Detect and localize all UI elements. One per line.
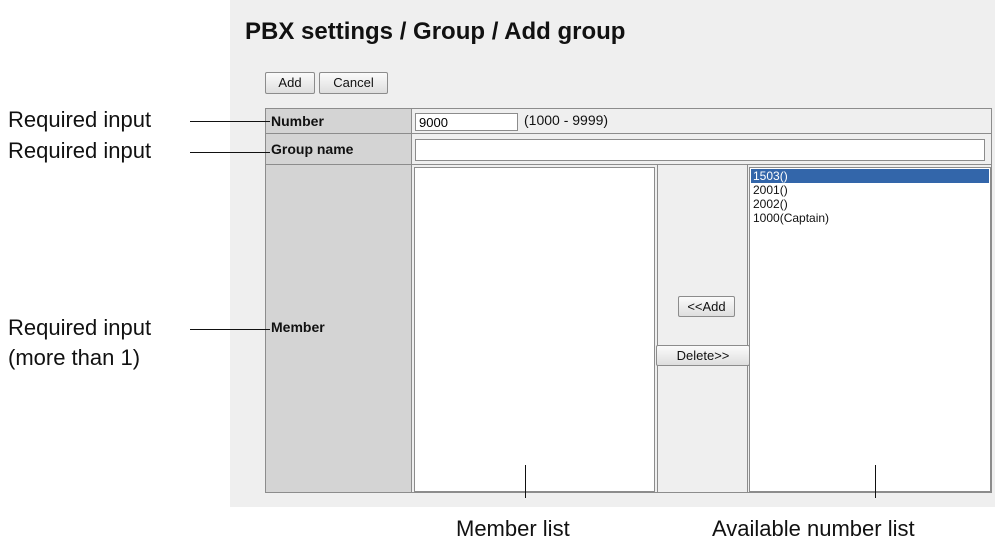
number-required-note: Required input	[8, 107, 152, 132]
member-label-cell: Member	[266, 165, 411, 492]
available-number-option[interactable]: 2001()	[751, 183, 989, 197]
leader-line	[190, 329, 270, 330]
leader-line	[190, 121, 270, 122]
group-name-required-note: Required input	[8, 138, 152, 163]
column-divider	[411, 109, 412, 492]
member-list-caption: Member list	[456, 516, 570, 541]
member-required-note: Required input	[8, 315, 152, 340]
add-member-button[interactable]: <<Add	[678, 296, 735, 317]
add-button[interactable]: Add	[265, 72, 315, 94]
member-list[interactable]	[414, 167, 655, 492]
page-title: PBX settings / Group / Add group	[245, 18, 626, 45]
available-number-option[interactable]: 2002()	[751, 197, 989, 211]
available-number-option[interactable]: 1000(Captain)	[751, 211, 989, 225]
number-input[interactable]	[415, 113, 518, 131]
row-divider	[266, 133, 991, 134]
number-range-hint: (1000 - 9999)	[524, 112, 609, 128]
group-name-input[interactable]	[415, 139, 985, 161]
number-label: Number	[266, 109, 411, 133]
column-divider	[747, 165, 748, 492]
member-label: Member	[271, 319, 325, 335]
column-divider	[657, 165, 658, 492]
available-list-caption: Available number list	[712, 516, 915, 541]
available-number-option[interactable]: 1503()	[751, 169, 989, 183]
settings-panel: PBX settings / Group / Add group Add Can…	[230, 0, 995, 507]
leader-line	[190, 152, 270, 153]
group-name-label: Group name	[266, 134, 411, 164]
delete-member-button[interactable]: Delete>>	[656, 345, 750, 366]
add-group-form: Number Group name Member (1000 - 9999) <…	[265, 108, 992, 493]
row-divider	[266, 164, 991, 165]
cancel-button[interactable]: Cancel	[319, 72, 388, 94]
leader-line	[875, 465, 876, 498]
member-required-note-sub: (more than 1)	[8, 345, 141, 370]
leader-line	[525, 465, 526, 498]
available-number-list[interactable]: 1503() 2001() 2002() 1000(Captain)	[749, 167, 991, 492]
